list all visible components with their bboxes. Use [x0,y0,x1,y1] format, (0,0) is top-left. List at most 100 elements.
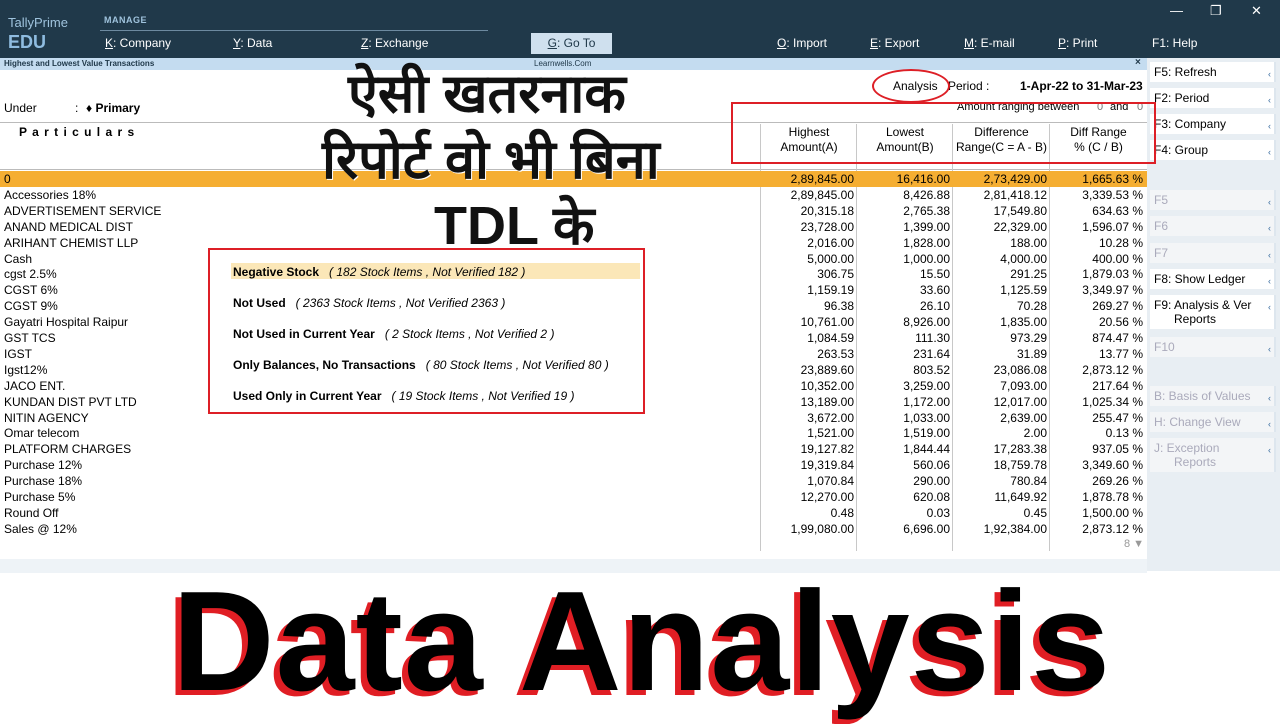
menu-export[interactable]: E: Export [870,36,919,50]
table-row[interactable]: Purchase 18% 1,070.84 290.00 780.84 269.26 % [0,473,1147,489]
restore-icon[interactable]: ❐ [1210,3,1222,19]
button-label: F8: Show Ledger [1154,272,1246,286]
table-row[interactable]: Round Off 0.48 0.03 0.45 1,500.00 % [0,505,1147,521]
page-indicator[interactable]: 8 ▼ [1124,538,1144,550]
cell-difference: 2,73,429.00 [983,172,1047,186]
cell-difference: 2.00 [1023,426,1047,441]
popup-item-used-only-current-year[interactable]: Used Only in Current Year ( 19 Stock Item… [233,389,574,403]
cell-highest: 23,889.60 [800,362,854,377]
row-name: Cash [4,251,33,266]
cell-highest: 2,016.00 [807,235,854,250]
brand-name: TallyPrime [8,15,68,30]
menu-print[interactable]: P: Print [1058,36,1097,50]
cell-diff-range: 3,349.60 % [1082,458,1143,473]
row-name: Accessories 18% [4,187,97,202]
close-window-icon[interactable]: ✕ [1251,3,1262,19]
cell-difference: 12,017.00 [993,394,1047,409]
menu-email[interactable]: M: E-mail [964,36,1015,50]
menu-import[interactable]: O: Import [777,36,827,50]
cell-highest: 2,89,845.00 [790,187,854,202]
cell-lowest: 1,519.00 [903,426,950,441]
cell-diff-range: 269.26 % [1092,474,1143,489]
popup-item-negative-stock[interactable]: Negative Stock ( 182 Stock Items , Not Ve… [233,265,525,279]
cell-lowest: 16,416.00 [896,172,950,186]
cell-difference: 188.00 [1010,235,1047,250]
cell-difference: 973.29 [1010,331,1047,345]
period-button[interactable]: F2: Period ‹ [1150,88,1276,108]
annotation-ellipse-analysis [872,69,950,103]
refresh-button[interactable]: F5: Refresh ‹ [1150,62,1276,82]
cell-lowest: 1,828.00 [903,235,950,250]
cell-diff-range: 13.77 % [1098,346,1143,361]
menu-exchange[interactable]: Z: Exchange [361,36,428,50]
button-label: F2: Period [1154,91,1210,105]
menu-data[interactable]: Y: Data [233,36,272,50]
button-label: H: Change View [1154,415,1241,429]
cell-difference: 7,093.00 [1000,378,1047,393]
popup-item-only-balances[interactable]: Only Balances, No Transactions ( 80 Stock… [233,358,609,372]
row-name: 0 [4,172,11,186]
cell-difference: 18,759.78 [993,458,1047,473]
cell-difference: 31.89 [1016,346,1047,361]
cell-highest: 1,070.84 [807,474,854,489]
table-row[interactable]: Purchase 12% 19,319.84 560.06 18,759.78 3,34… [0,457,1147,473]
cell-diff-range: 0.13 % [1105,426,1143,441]
table-row[interactable]: Purchase 5% 12,270.00 620.08 11,649.92 1,878… [0,489,1147,505]
cell-lowest: 231.64 [913,346,950,361]
close-report-icon[interactable]: × [1135,57,1141,68]
period-value[interactable]: 1-Apr-22 to 31-Mar-23 [1020,79,1143,93]
analysis-reports-button[interactable]: F9: Analysis & Ver Reports ‹ [1150,295,1276,329]
minimize-icon[interactable]: — [1170,3,1183,18]
show-ledger-button[interactable]: F8: Show Ledger ‹ [1150,269,1276,289]
edition-label: EDU [8,32,47,52]
chevron-left-icon: ‹ [1268,393,1271,403]
change-view-button[interactable]: H: Change View ‹ [1150,412,1276,432]
cell-lowest: 290.00 [913,474,950,489]
row-name: IGST [4,346,33,361]
cell-diff-range: 1,878.78 % [1082,490,1143,504]
table-row[interactable]: PLATFORM CHARGES 19,127.82 1,844.44 17,283.… [0,441,1147,457]
basis-of-values-button[interactable]: B: Basis of Values ‹ [1150,386,1276,406]
group-button[interactable]: F4: Group ‹ [1150,140,1276,160]
chevron-left-icon: ‹ [1268,223,1271,233]
row-name: JACO ENT. [4,378,66,393]
overlay-hindi-line1: ऐसी खतरनाक [348,64,626,124]
exception-reports-button[interactable]: J: Exception Reports ‹ [1150,438,1276,472]
cell-lowest: 111.30 [915,331,950,345]
menu-goto[interactable]: G: Go To [531,33,612,54]
cell-diff-range: 937.05 % [1092,442,1143,457]
table-row[interactable]: Omar telecom 1,521.00 1,519.00 2.00 0.13 % [0,425,1147,441]
popup-item-detail: ( 2 Stock Items , Not Verified 2 ) [384,327,555,341]
cell-difference: 2,81,418.12 [983,187,1047,202]
cell-highest: 0.48 [830,505,854,520]
f10-button[interactable]: F10 ‹ [1150,337,1276,357]
cell-difference: 22,329.00 [993,219,1047,234]
period-label: Period : [948,79,990,93]
f7-button[interactable]: F7 ‹ [1150,243,1276,263]
chevron-left-icon: ‹ [1268,197,1271,207]
cell-highest: 23,728.00 [800,219,854,234]
cell-highest: 263.53 [817,346,854,361]
button-label: F10 [1154,340,1175,354]
button-label: B: Basis of Values [1154,389,1251,403]
row-name: Purchase 5% [4,490,76,504]
cell-highest: 1,521.00 [807,426,854,441]
cell-highest: 1,99,080.00 [790,521,854,536]
f5-button[interactable]: F5 ‹ [1150,190,1276,210]
row-name: ADVERTISEMENT SERVICE [4,203,162,218]
row-name: Sales @ 12% [4,521,77,536]
cell-highest: 12,270.00 [800,490,854,504]
popup-item-not-used[interactable]: Not Used ( 2363 Stock Items , Not Verifie… [233,296,505,310]
cell-difference: 1,125.59 [1000,283,1047,298]
menu-company[interactable]: K: Company [105,36,171,50]
table-row[interactable]: Sales @ 12% 1,99,080.00 6,696.00 1,92,384.0… [0,521,1147,537]
f6-button[interactable]: F6 ‹ [1150,216,1276,236]
cell-difference: 1,835.00 [1000,315,1047,330]
company-button[interactable]: F3: Company ‹ [1150,114,1276,134]
button-label: F5 [1154,193,1169,207]
cell-highest: 19,127.82 [800,442,854,457]
popup-item-not-used-current-year[interactable]: Not Used in Current Year ( 2 Stock Items … [233,327,554,341]
cell-diff-range: 1,596.07 % [1082,219,1143,234]
menu-help[interactable]: F1: Help [1152,36,1197,50]
annotation-box-columns [731,102,1156,164]
